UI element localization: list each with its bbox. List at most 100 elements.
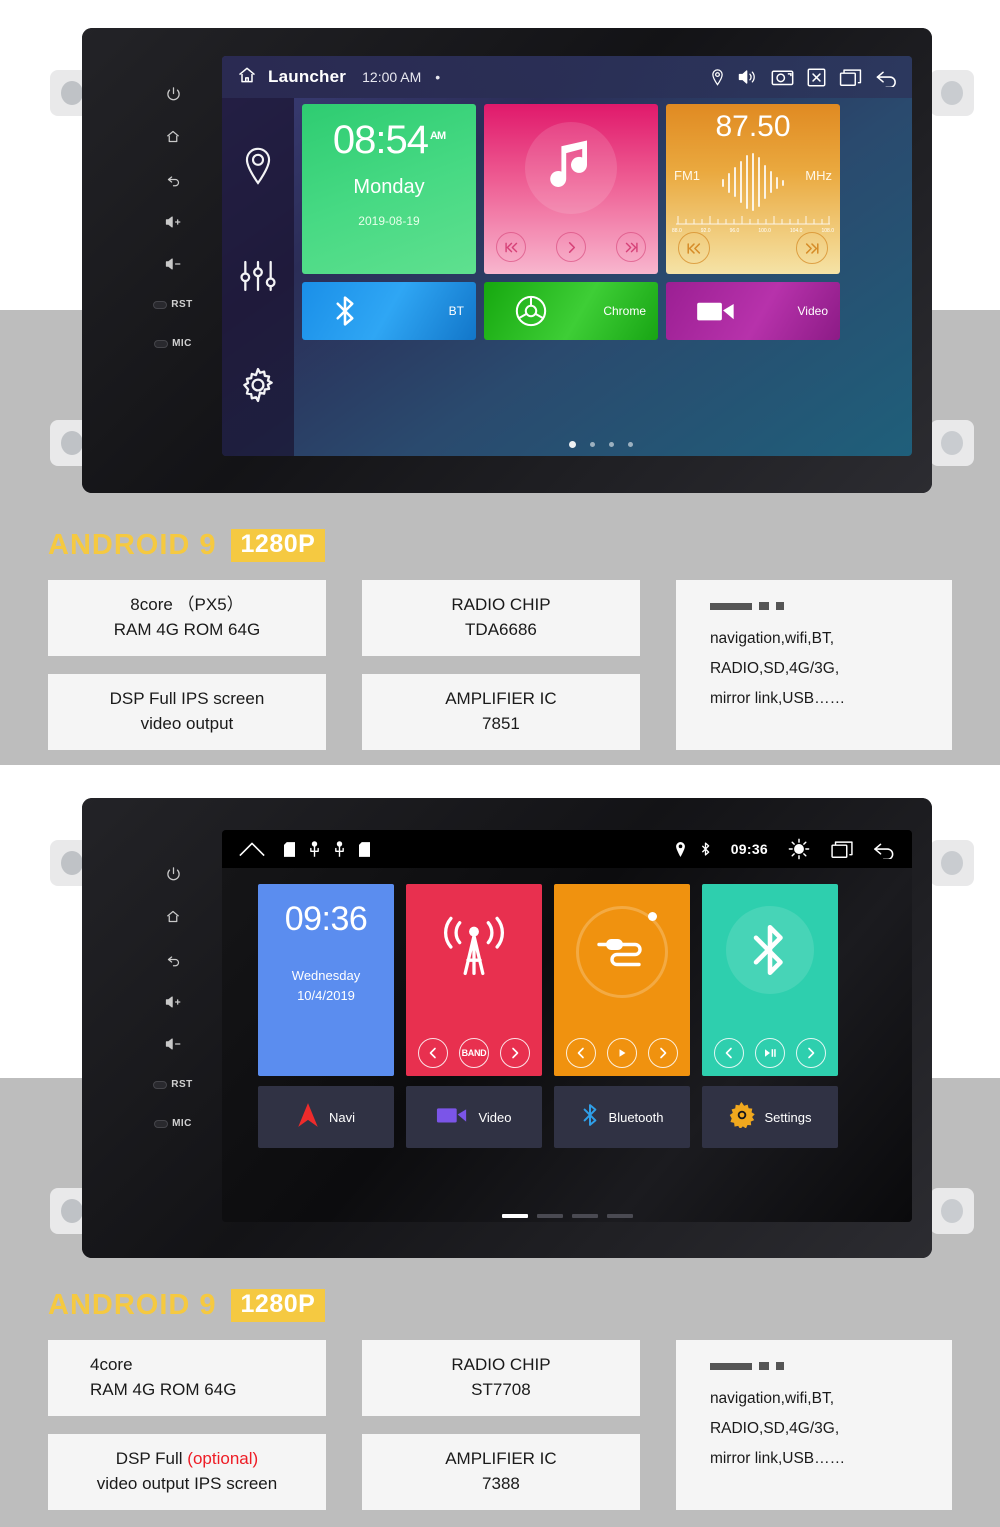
dsp-line-1: DSP Full (optional) [115, 1449, 259, 1469]
home-icon[interactable] [165, 129, 181, 144]
recents-icon[interactable] [830, 840, 854, 859]
bluetooth-tile-2[interactable] [702, 884, 838, 1076]
spec-cards-2: 4core RAM 4G ROM 64G DSP Full (optional)… [0, 1340, 1000, 1510]
hardware-key-strip-2: RST MIC [142, 798, 204, 1258]
cpu-line-1: 4core [90, 1355, 133, 1375]
amplifier-value: 7851 [482, 714, 520, 733]
power-icon[interactable] [166, 86, 181, 101]
power-icon[interactable] [166, 866, 181, 881]
page-dot[interactable] [609, 442, 614, 447]
music-play-button[interactable] [556, 232, 586, 262]
shortcut-label: Chrome [603, 304, 646, 318]
usb-prev-button[interactable] [565, 1038, 596, 1068]
back-icon[interactable] [165, 952, 182, 967]
camera-icon[interactable] [771, 67, 794, 87]
usb-icon [334, 841, 345, 857]
page-dash-active[interactable] [501, 1214, 528, 1218]
spec-block-2: ANDROID 9 1280P 4core RAM 4G ROM 64G DSP… [0, 1282, 1000, 1510]
volume-up-icon[interactable] [164, 215, 183, 229]
radio-unit-label: MHz [805, 168, 832, 183]
amplifier-card: AMPLIFIER IC 7388 [361, 1434, 640, 1510]
usb-play-button[interactable] [606, 1038, 637, 1068]
bluetooth-icon [581, 1102, 599, 1133]
location-icon [675, 841, 686, 857]
product-page: RST MIC Launcher 12:00 AM • 08:54 AM Mon… [0, 0, 1000, 1527]
feature-line: RADIO,SD,4G/3G, [709, 660, 840, 678]
recents-icon[interactable] [839, 68, 862, 87]
spec-block-1: ANDROID 9 1280P 8core （PX5） RAM 4G ROM 6… [0, 522, 1000, 750]
clock-tile[interactable]: 08:54 AM Monday 2019-08-19 [302, 104, 476, 274]
home-icon[interactable] [165, 909, 181, 924]
app-sidebar-1 [222, 98, 294, 456]
bluetooth-controls [702, 1038, 838, 1068]
usb-next-button[interactable] [648, 1038, 679, 1068]
status-time: 12:00 AM [362, 69, 422, 85]
cpu-card: 4core RAM 4G ROM 64G [48, 1340, 326, 1416]
volume-down-icon[interactable] [164, 257, 183, 271]
home-icon[interactable] [236, 65, 258, 90]
status-time-2: 09:36 [730, 841, 768, 857]
close-icon[interactable] [807, 68, 826, 87]
page-dot[interactable] [628, 442, 633, 447]
music-next-button[interactable] [616, 232, 646, 262]
shortcut-label: BT [448, 304, 464, 318]
clock-day-2: Wednesday [291, 968, 361, 983]
shortcut-bluetooth-2[interactable]: Bluetooth [554, 1086, 690, 1148]
radio-prev-button-2[interactable] [417, 1038, 448, 1068]
page-dash[interactable] [571, 1214, 598, 1218]
radio-prev-button[interactable] [678, 232, 710, 264]
radio-chip-value: ST7708 [471, 1380, 531, 1399]
decorative-dashes [709, 602, 952, 610]
hardware-key-strip-1: RST MIC [142, 28, 204, 493]
music-prev-button[interactable] [496, 232, 526, 262]
page-dash[interactable] [606, 1214, 633, 1218]
usb-media-tile[interactable] [554, 884, 690, 1076]
reset-pinhole [153, 1080, 168, 1089]
touchscreen-1[interactable]: Launcher 12:00 AM • 08:54 AM Monday 2019… [222, 56, 912, 456]
radio-band-button[interactable]: BAND [458, 1038, 489, 1068]
volume-up-icon[interactable] [164, 995, 183, 1009]
shortcut-bluetooth[interactable]: BT [302, 282, 476, 340]
page-dash[interactable] [536, 1214, 563, 1218]
clock-time-2: 09:36 [284, 900, 368, 938]
back-icon[interactable] [165, 172, 182, 187]
usb-plug-icon [596, 932, 648, 977]
brightness-icon[interactable] [788, 838, 810, 860]
mic-hole [154, 339, 169, 348]
radio-tile-2[interactable]: BAND [406, 884, 542, 1076]
reset-button-label[interactable]: RST [153, 299, 193, 310]
shortcut-settings[interactable]: Settings [702, 1086, 838, 1148]
radio-tile[interactable]: 87.50 FM1 MHz 88.0 92.0 96.0 100.0 104.0… [666, 104, 840, 274]
settings-gear-icon[interactable] [240, 367, 276, 408]
shortcut-video-2[interactable]: Video [406, 1086, 542, 1148]
location-pin-icon[interactable] [243, 147, 273, 190]
home-icon[interactable] [238, 840, 266, 858]
reset-button-label[interactable]: RST [153, 1079, 193, 1090]
page-dot[interactable] [590, 442, 595, 447]
music-tile[interactable] [484, 104, 658, 274]
shortcut-navi[interactable]: Navi [258, 1086, 394, 1148]
radio-next-button[interactable] [796, 232, 828, 264]
page-dot-active[interactable] [569, 441, 576, 448]
bt-prev-button[interactable] [713, 1038, 744, 1068]
shortcut-chrome[interactable]: Chrome [484, 282, 658, 340]
equalizer-icon[interactable] [239, 259, 277, 298]
radio-controls-2: BAND [406, 1038, 542, 1068]
shortcut-video[interactable]: Video [666, 282, 840, 340]
bt-next-button[interactable] [796, 1038, 827, 1068]
radio-chip-title: RADIO CHIP [451, 1355, 551, 1375]
clock-tile-2[interactable]: 09:36 Wednesday 10/4/2019 [258, 884, 394, 1076]
status-icon-group [711, 67, 898, 87]
touchscreen-2[interactable]: 09:36 09:36 Wednesday 10/4/2019 BAND Nav… [222, 830, 912, 1222]
back-icon[interactable] [875, 68, 898, 87]
bt-play-pause-button[interactable] [754, 1038, 785, 1068]
clock-day: Monday [353, 176, 425, 198]
volume-icon[interactable] [737, 68, 758, 86]
dash-short [775, 1362, 784, 1370]
video-camera-icon [696, 298, 736, 324]
back-icon[interactable] [872, 840, 896, 859]
radio-next-button-2[interactable] [500, 1038, 531, 1068]
cpu-line-2: RAM 4G ROM 64G [90, 1380, 237, 1399]
location-icon[interactable] [711, 68, 724, 86]
volume-down-icon[interactable] [164, 1037, 183, 1051]
